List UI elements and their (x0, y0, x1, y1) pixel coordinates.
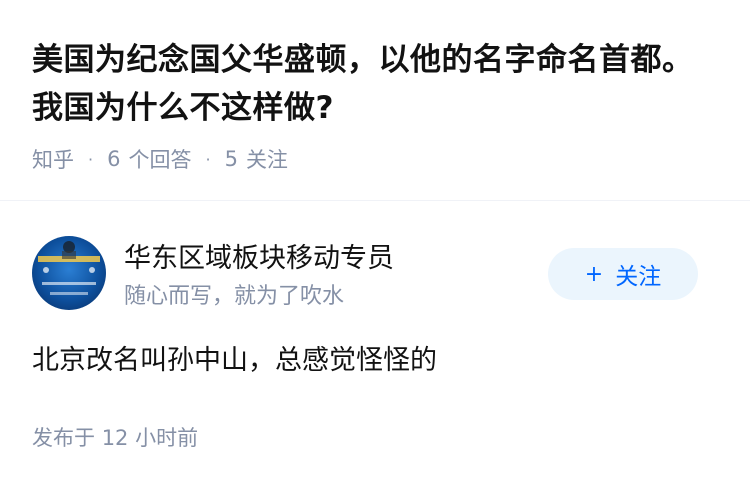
answer-count-label[interactable]: 个回答 (128, 144, 191, 174)
meta-separator: · (205, 149, 211, 169)
answer-count: 6 (107, 147, 121, 171)
question-header: 美国为纪念国父华盛顿，以他的名字命名首都。我国为什么不这样做? 知乎 · 6 个… (32, 36, 722, 174)
plus-icon: + (584, 261, 604, 287)
follow-button-label: 关注 (615, 264, 662, 290)
question-title[interactable]: 美国为纪念国父华盛顿，以他的名字命名首都。我国为什么不这样做? (32, 36, 722, 132)
publish-time-value: 12 小时前 (101, 426, 199, 450)
source-label[interactable]: 知乎 (32, 144, 74, 174)
follower-count-label: 关注 (245, 148, 288, 172)
publish-time: 发布于 12 小时前 (32, 422, 198, 452)
avatar-image (32, 236, 106, 310)
section-divider (0, 200, 750, 201)
publish-prefix: 发布于 (32, 426, 95, 450)
follow-button[interactable]: + 关注 (548, 248, 698, 300)
answer-content[interactable]: 北京改名叫孙中山，总感觉怪怪的 (32, 338, 437, 377)
question-meta: 知乎 · 6 个回答 · 5 关注 (32, 144, 722, 174)
avatar[interactable] (32, 236, 106, 310)
author-card: 华东区域板块移动专员 随心而写，就为了吹水 + 关注 (32, 236, 722, 310)
follower-count: 5 (224, 147, 238, 171)
author-bio: 随心而写，就为了吹水 (124, 284, 345, 309)
author-name[interactable]: 华东区域板块移动专员 (124, 236, 394, 275)
meta-separator: · (88, 149, 94, 169)
